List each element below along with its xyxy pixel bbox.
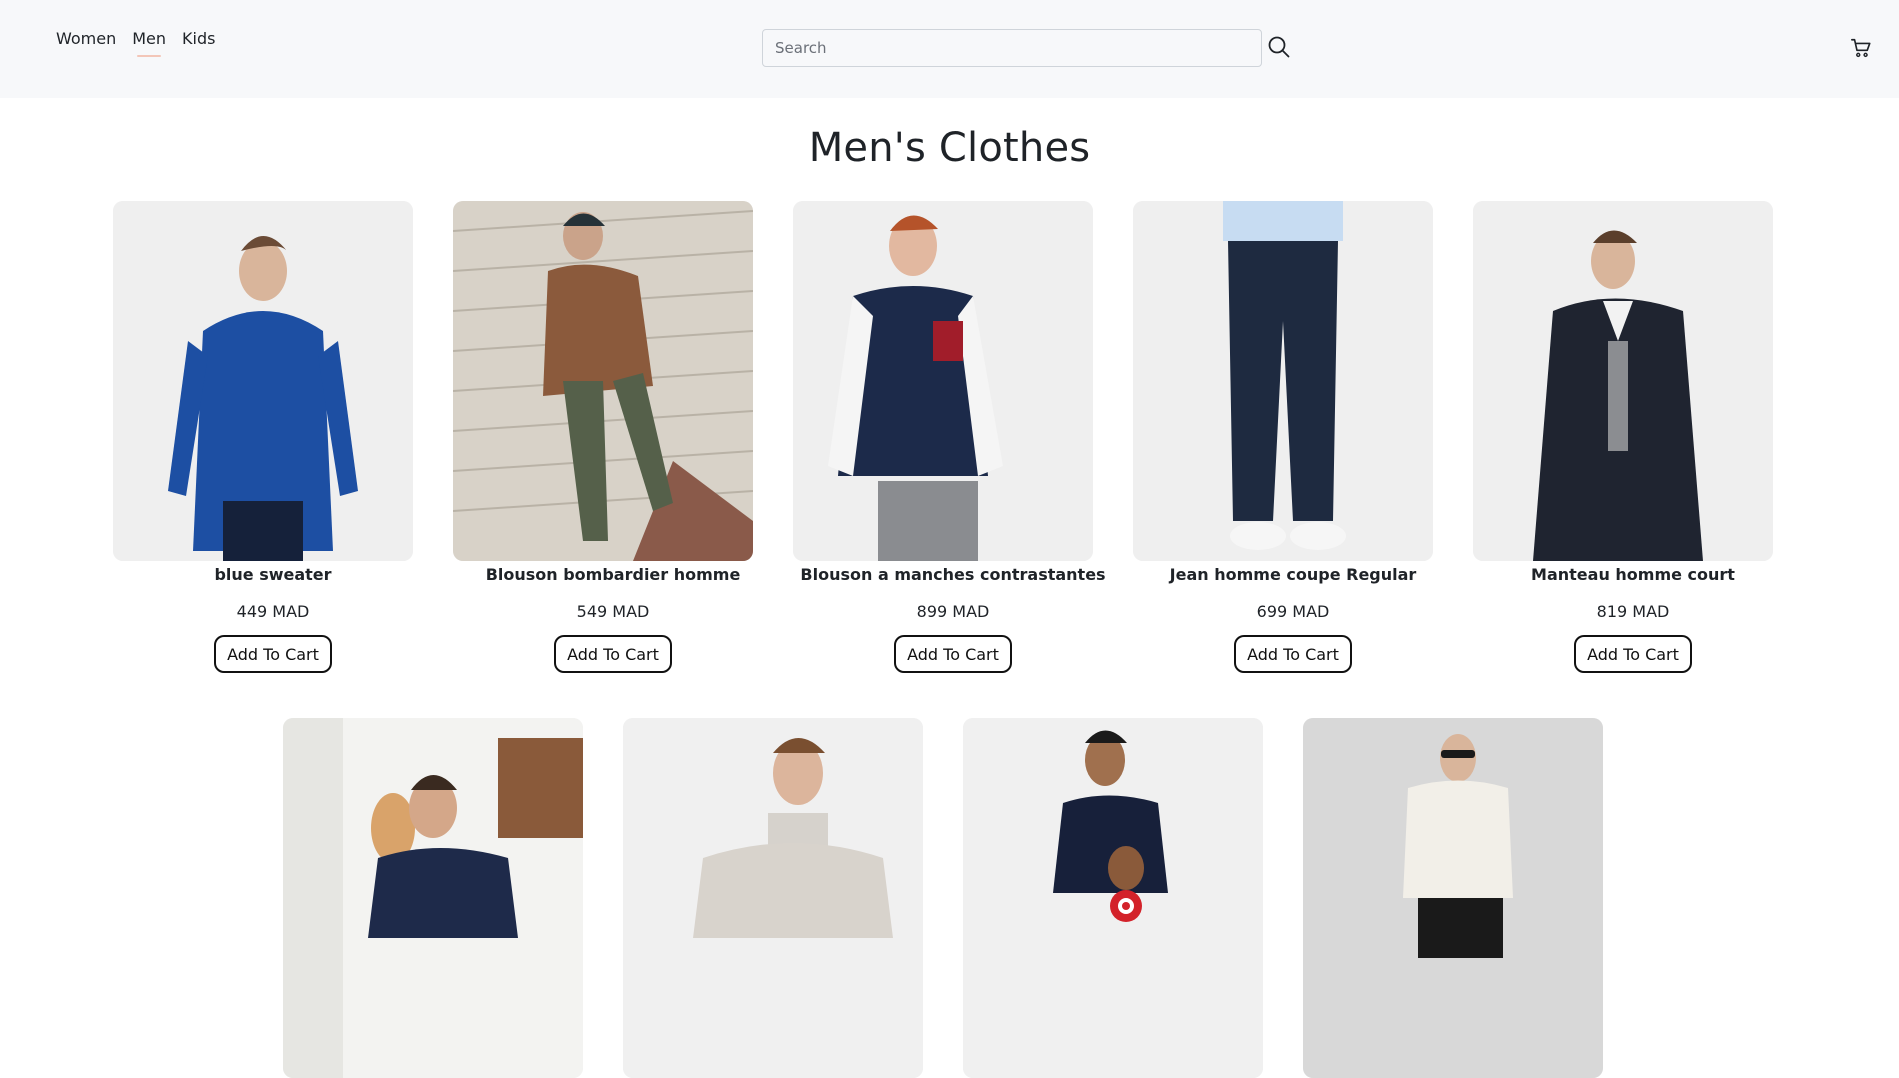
- add-to-cart-button[interactable]: Add To Cart: [894, 635, 1012, 673]
- product-image[interactable]: [623, 718, 923, 1078]
- product-grid: blue sweater 449 MAD Add To Cart Blouson…: [0, 0, 1899, 1078]
- add-to-cart-button[interactable]: Add To Cart: [1234, 635, 1352, 673]
- product-card: [1303, 718, 1603, 1078]
- product-card: Blouson bombardier homme 549 MAD Add To …: [453, 201, 753, 673]
- product-name: Manteau homme court: [1531, 565, 1735, 584]
- product-name: Blouson bombardier homme: [485, 565, 741, 584]
- product-card: Blouson a manches contrastantes 899 MAD …: [793, 201, 1106, 673]
- product-price: 549 MAD: [576, 602, 650, 621]
- add-to-cart-button[interactable]: Add To Cart: [554, 635, 672, 673]
- product-name: blue sweater: [214, 565, 332, 584]
- product-image[interactable]: [283, 718, 583, 1078]
- product-card: Jean homme coupe Regular 699 MAD Add To …: [1133, 201, 1433, 673]
- product-card: [963, 718, 1263, 1078]
- product-price: 899 MAD: [916, 602, 990, 621]
- add-to-cart-button[interactable]: Add To Cart: [1574, 635, 1692, 673]
- product-image[interactable]: [1473, 201, 1773, 561]
- product-image[interactable]: [793, 201, 1093, 561]
- product-card: [623, 718, 923, 1078]
- product-image[interactable]: [963, 718, 1263, 1078]
- product-card: blue sweater 449 MAD Add To Cart: [113, 201, 413, 673]
- product-name: Jean homme coupe Regular: [1169, 565, 1417, 584]
- product-image[interactable]: [113, 201, 413, 561]
- product-card: [283, 718, 583, 1078]
- add-to-cart-button[interactable]: Add To Cart: [214, 635, 332, 673]
- product-price: 449 MAD: [236, 602, 310, 621]
- product-price: 699 MAD: [1256, 602, 1330, 621]
- product-image[interactable]: [453, 201, 753, 561]
- product-image[interactable]: [1133, 201, 1433, 561]
- product-name: Blouson a manches contrastantes: [800, 565, 1106, 584]
- product-image[interactable]: [1303, 718, 1603, 1078]
- product-price: 819 MAD: [1596, 602, 1670, 621]
- product-card: Manteau homme court 819 MAD Add To Cart: [1473, 201, 1773, 673]
